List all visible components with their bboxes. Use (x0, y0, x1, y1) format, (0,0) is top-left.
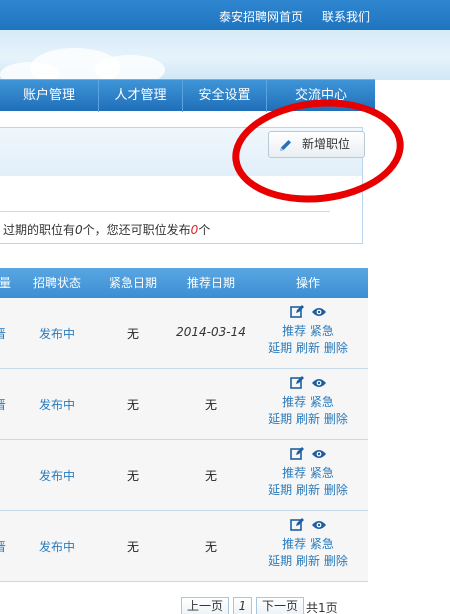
urgent-link[interactable]: 紧急 (310, 466, 334, 480)
nav-item-security[interactable]: 安全设置 (182, 80, 266, 112)
job-quota-notice: 过期的职位有0个，您还可职位发布0个 (3, 221, 210, 238)
col-header-actions: 操作 (295, 276, 320, 290)
contact-link[interactable]: 联系我们 (322, 8, 370, 25)
delete-link[interactable]: 删除 (324, 483, 348, 497)
nav-item-communication[interactable]: 交流中心 (266, 80, 375, 112)
table-header: 量 招聘状态 紧急日期 推荐日期 操作 (0, 268, 368, 298)
delete-link[interactable]: 删除 (324, 412, 348, 426)
edit-icon[interactable] (289, 375, 305, 393)
extend-link[interactable]: 延期 (268, 554, 292, 568)
next-page-button[interactable]: 下一页 (256, 597, 304, 614)
extend-link[interactable]: 延期 (268, 341, 292, 355)
refresh-link[interactable]: 刷新 (296, 341, 320, 355)
edit-icon[interactable] (289, 304, 305, 322)
col-header-urgent: 紧急日期 (108, 276, 157, 290)
job-name[interactable]: 晋 (0, 396, 6, 413)
notice-text: 个，您还可职位发布 (82, 223, 191, 237)
job-status: 发布中 (38, 327, 75, 341)
urgent-date: 无 (126, 327, 139, 341)
urgent-link[interactable]: 紧急 (310, 324, 334, 338)
home-link[interactable]: 泰安招聘网首页 (219, 8, 303, 25)
top-bar: 泰安招聘网首页 联系我们 (0, 0, 450, 30)
recommend-link[interactable]: 推荐 (282, 466, 306, 480)
extend-link[interactable]: 延期 (268, 483, 292, 497)
row-actions: 推荐 紧急延期 刷新 删除 (262, 446, 354, 499)
header-banner (0, 30, 450, 80)
table-row: 晋 发布中 无 无 推荐 紧急延期 刷新 删除 (0, 369, 368, 440)
main-nav: 账户管理 人才管理 安全设置 交流中心 (0, 79, 375, 112)
nav-item-talent[interactable]: 人才管理 (98, 80, 182, 112)
recommend-date: 无 (204, 469, 217, 483)
refresh-link[interactable]: 刷新 (296, 554, 320, 568)
delete-link[interactable]: 删除 (324, 554, 348, 568)
recommend-date: 2014-03-14 (176, 325, 246, 339)
row-actions: 推荐 紧急延期 刷新 删除 (262, 304, 354, 357)
col-header-name: 量 (0, 276, 11, 290)
table-row: 晋 发布中 无 2014-03-14 推荐 紧急延期 刷新 删除 (0, 298, 368, 369)
view-icon[interactable] (311, 377, 327, 392)
pencil-icon (278, 137, 293, 162)
table-row: 晋 发布中 无 无 推荐 紧急延期 刷新 删除 (0, 511, 368, 582)
col-header-recommend: 推荐日期 (186, 276, 235, 290)
cloud-decoration (95, 55, 165, 80)
urgent-date: 无 (126, 469, 139, 483)
nav-item-account[interactable]: 账户管理 (0, 80, 98, 112)
edit-icon[interactable] (289, 517, 305, 535)
recommend-link[interactable]: 推荐 (282, 324, 306, 338)
prev-page-button[interactable]: 上一页 (181, 597, 229, 614)
expired-count: 0 (75, 223, 83, 237)
view-icon[interactable] (311, 448, 327, 463)
refresh-link[interactable]: 刷新 (296, 483, 320, 497)
urgent-link[interactable]: 紧急 (310, 537, 334, 551)
table-row: 发布中 无 无 推荐 紧急延期 刷新 删除 (0, 440, 368, 511)
recommend-link[interactable]: 推荐 (282, 537, 306, 551)
job-name[interactable]: 晋 (0, 325, 6, 342)
row-actions: 推荐 紧急延期 刷新 删除 (262, 517, 354, 570)
divider (0, 211, 330, 212)
cloud-decoration (0, 62, 60, 80)
view-icon[interactable] (311, 519, 327, 534)
job-status: 发布中 (38, 540, 75, 554)
refresh-link[interactable]: 刷新 (296, 412, 320, 426)
total-pages: 共1页 (306, 601, 338, 614)
row-actions: 推荐 紧急延期 刷新 删除 (262, 375, 354, 428)
urgent-date: 无 (126, 398, 139, 412)
urgent-date: 无 (126, 540, 139, 554)
job-status: 发布中 (38, 469, 75, 483)
job-status: 发布中 (38, 398, 75, 412)
recommend-link[interactable]: 推荐 (282, 395, 306, 409)
add-job-label: 新增职位 (302, 137, 351, 151)
extend-link[interactable]: 延期 (268, 412, 292, 426)
delete-link[interactable]: 删除 (324, 341, 348, 355)
col-header-status: 招聘状态 (32, 276, 81, 290)
recommend-date: 无 (204, 398, 217, 412)
add-job-button[interactable]: 新增职位 (268, 131, 365, 158)
notice-text: 过期的职位有 (3, 223, 76, 237)
edit-icon[interactable] (289, 446, 305, 464)
urgent-link[interactable]: 紧急 (310, 395, 334, 409)
recommend-date: 无 (204, 540, 217, 554)
job-name[interactable]: 晋 (0, 538, 6, 555)
notice-text: 个 (198, 223, 211, 237)
page-number-button[interactable]: 1 (233, 597, 252, 614)
view-icon[interactable] (311, 306, 327, 321)
